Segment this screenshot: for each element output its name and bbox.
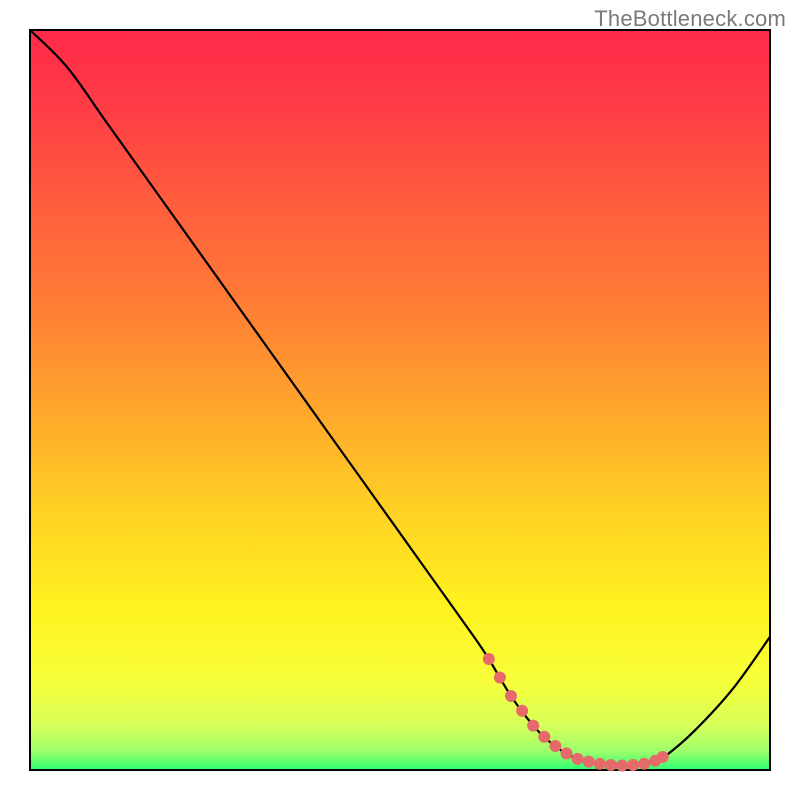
optimal-marker — [605, 759, 617, 771]
optimal-marker — [583, 756, 595, 768]
plot-background — [30, 30, 770, 770]
optimal-marker — [572, 753, 584, 765]
chart-svg — [0, 0, 800, 800]
optimal-marker — [483, 653, 495, 665]
optimal-marker — [538, 731, 550, 743]
optimal-marker — [549, 740, 561, 752]
optimal-marker — [657, 751, 669, 763]
optimal-marker — [638, 758, 650, 770]
optimal-marker — [561, 747, 573, 759]
optimal-marker — [594, 758, 606, 770]
optimal-marker — [494, 672, 506, 684]
optimal-marker — [616, 760, 628, 772]
optimal-marker — [516, 705, 528, 717]
optimal-marker — [527, 720, 539, 732]
optimal-marker — [627, 759, 639, 771]
bottleneck-chart: TheBottleneck.com — [0, 0, 800, 800]
watermark-text: TheBottleneck.com — [594, 6, 786, 32]
optimal-marker — [505, 690, 517, 702]
